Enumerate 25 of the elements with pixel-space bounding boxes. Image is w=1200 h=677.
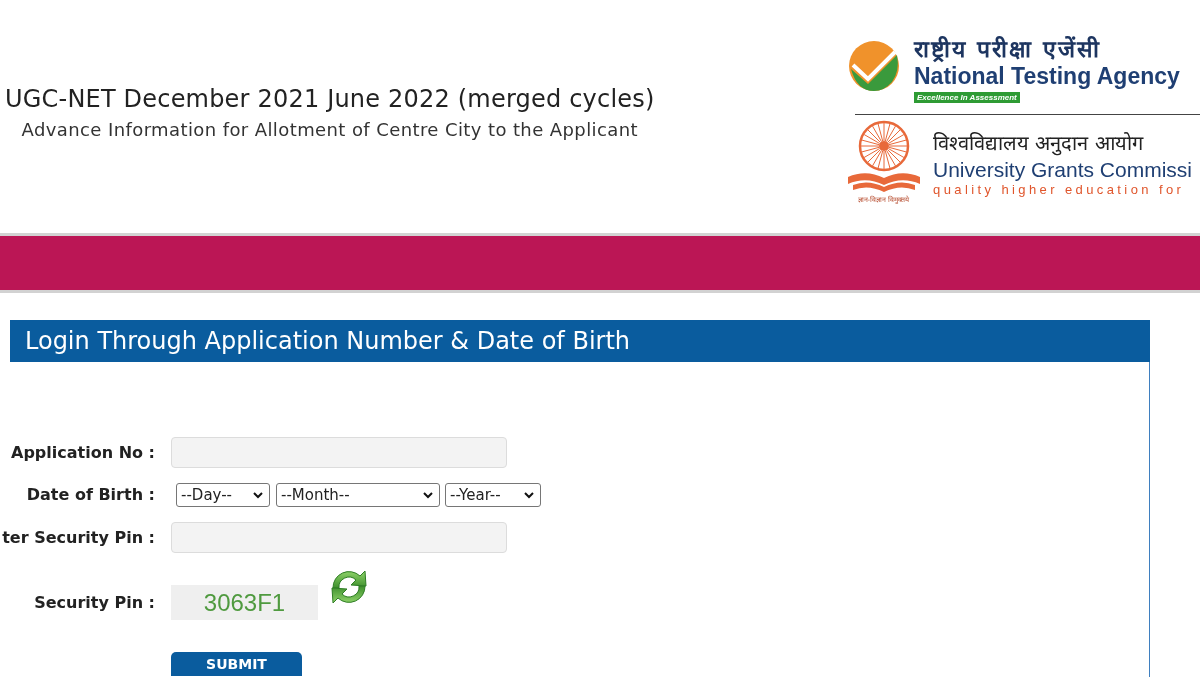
- wheel-and-book-emblem-icon: [845, 119, 922, 193]
- field-label: Security Pin :: [34, 591, 155, 614]
- agency-name: National Testing Agency: [914, 63, 1180, 89]
- page-subtitle: Advance Information for Allotment of Centre City to the Applicant: [21, 118, 638, 142]
- commission-tagline: quality higher education for: [933, 182, 1185, 198]
- text-input-field[interactable]: [171, 437, 507, 468]
- field-label: Date of Birth :: [26, 484, 155, 506]
- chevron-down-icon: [524, 491, 534, 499]
- commission-name: University Grants Commissi: [933, 157, 1193, 182]
- date-select[interactable]: --Year--: [445, 483, 541, 507]
- agency-tagline: Excellence In Assessment: [914, 92, 1020, 103]
- chevron-down-icon: [253, 491, 263, 499]
- check-circle-logo-icon: [848, 40, 900, 92]
- date-select[interactable]: --Month--: [276, 483, 440, 507]
- panel-title: Login Through Application Number & Date of Birth: [25, 326, 631, 357]
- agency-hindi-name: राष्ट्रीय परीक्षा एजेंसी: [914, 35, 1101, 63]
- captcha-code: 3063F1: [171, 585, 318, 620]
- commission-hindi-name: विश्वविद्यालय अनुदान आयोग: [933, 130, 1143, 157]
- chevron-down-icon: [423, 491, 433, 499]
- page-title: UGC-NET December 2021 June 2022 (merged cycles): [5, 84, 655, 115]
- submit-button[interactable]: SUBMIT: [171, 652, 302, 676]
- field-label: Application No :: [11, 441, 155, 464]
- field-label: ter Security Pin :: [2, 526, 155, 549]
- text-input-field[interactable]: [171, 522, 507, 553]
- date-select[interactable]: --Day--: [176, 483, 270, 507]
